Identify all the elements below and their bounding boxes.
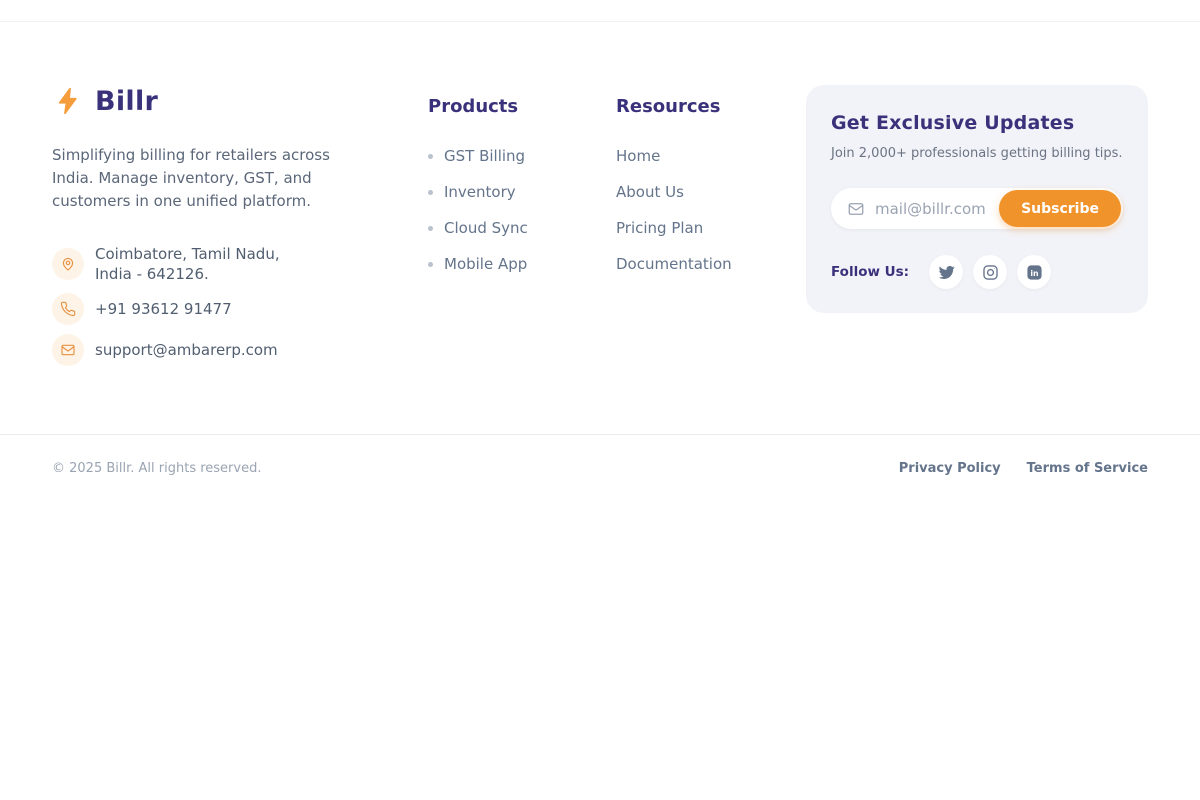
contact-email: support@ambarerp.com [52, 334, 428, 366]
bullet-dot [428, 226, 433, 231]
terms-of-service-link[interactable]: Terms of Service [1027, 461, 1148, 476]
twitter-icon[interactable] [929, 255, 963, 289]
link-documentation[interactable]: Documentation [616, 254, 805, 274]
social-icons: in [929, 255, 1051, 289]
phone-link[interactable]: +91 93612 91477 [95, 299, 232, 319]
link-pricing-plan[interactable]: Pricing Plan [616, 218, 805, 238]
address-line-2: India - 642126. [95, 264, 280, 284]
link-about-us[interactable]: About Us [616, 182, 805, 202]
subscribe-button[interactable]: Subscribe [999, 190, 1121, 227]
products-heading: Products [428, 96, 616, 117]
resources-heading: Resources [616, 96, 805, 117]
email-link[interactable]: support@ambarerp.com [95, 340, 278, 360]
page: Billr Simplifying billing for retailers … [0, 0, 1200, 800]
list-item: About Us [616, 182, 805, 202]
instagram-icon[interactable] [973, 255, 1007, 289]
copyright-text: © 2025 Billr. All rights reserved. [52, 461, 261, 476]
brand-column: Billr Simplifying billing for retailers … [52, 85, 428, 375]
newsletter-heading: Get Exclusive Updates [831, 112, 1123, 134]
list-item: Mobile App [428, 254, 616, 274]
list-item: Cloud Sync [428, 218, 616, 238]
link-home[interactable]: Home [616, 146, 805, 166]
brand-name: Billr [95, 86, 158, 117]
link-label: Cloud Sync [444, 218, 528, 238]
top-strip [0, 0, 1200, 21]
list-item: Inventory [428, 182, 616, 202]
products-list: GST Billing Inventory Cloud Sync Mobile … [428, 146, 616, 274]
footer-bottom-inner: © 2025 Billr. All rights reserved. Priva… [0, 435, 1200, 476]
brand-logo: Billr [52, 85, 428, 117]
footer-bottom: © 2025 Billr. All rights reserved. Priva… [0, 434, 1200, 476]
link-label: Mobile App [444, 254, 527, 274]
list-item: GST Billing [428, 146, 616, 166]
email-input[interactable] [865, 200, 999, 218]
link-mobile-app[interactable]: Mobile App [428, 254, 616, 274]
link-label: GST Billing [444, 146, 525, 166]
bullet-dot [428, 190, 433, 195]
linkedin-icon[interactable]: in [1017, 255, 1051, 289]
bullet-dot [428, 154, 433, 159]
list-item: Home [616, 146, 805, 166]
legal-links: Privacy Policy Terms of Service [899, 461, 1148, 476]
follow-row: Follow Us: in [831, 255, 1123, 289]
privacy-policy-link[interactable]: Privacy Policy [899, 461, 1001, 476]
subscribe-form: Subscribe [831, 188, 1123, 229]
contact-address-text: Coimbatore, Tamil Nadu, India - 642126. [95, 244, 280, 284]
bullet-dot [428, 262, 433, 267]
mail-icon [847, 200, 865, 218]
brand-tagline: Simplifying billing for retailers across… [52, 144, 364, 213]
address-line-1: Coimbatore, Tamil Nadu, [95, 244, 280, 264]
list-item: Documentation [616, 254, 805, 274]
newsletter-card: Get Exclusive Updates Join 2,000+ profes… [806, 85, 1148, 313]
follow-us-label: Follow Us: [831, 264, 909, 280]
contact-address: Coimbatore, Tamil Nadu, India - 642126. [52, 244, 428, 284]
resources-column: Resources Home About Us Pricing Plan Doc… [616, 85, 805, 290]
link-label: Inventory [444, 182, 516, 202]
envelope-icon [52, 334, 84, 366]
link-inventory[interactable]: Inventory [428, 182, 616, 202]
link-gst-billing[interactable]: GST Billing [428, 146, 616, 166]
list-item: Pricing Plan [616, 218, 805, 238]
link-cloud-sync[interactable]: Cloud Sync [428, 218, 616, 238]
newsletter-subtext: Join 2,000+ professionals getting billin… [831, 146, 1123, 161]
contact-phone: +91 93612 91477 [52, 293, 428, 325]
phone-icon [52, 293, 84, 325]
location-pin-icon [52, 248, 84, 280]
lightning-bolt-icon [52, 85, 84, 117]
footer-content: Billr Simplifying billing for retailers … [0, 22, 1200, 375]
svg-text:in: in [1030, 268, 1038, 277]
products-column: Products GST Billing Inventory Cloud Syn… [428, 85, 616, 290]
footer: Billr Simplifying billing for retailers … [0, 21, 1200, 476]
resources-list: Home About Us Pricing Plan Documentation [616, 146, 805, 274]
